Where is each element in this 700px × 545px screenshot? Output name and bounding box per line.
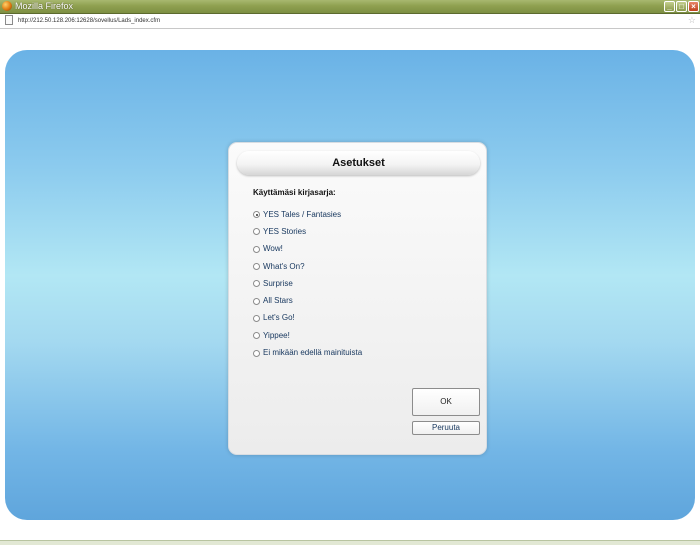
series-option-lets-go[interactable]: Let's Go! bbox=[253, 310, 362, 327]
series-option-all-stars[interactable]: All Stars bbox=[253, 292, 362, 309]
ok-button[interactable]: OK bbox=[412, 388, 480, 416]
option-label: Yippee! bbox=[263, 330, 290, 340]
maximize-button[interactable]: □ bbox=[676, 1, 687, 12]
close-button[interactable]: × bbox=[688, 1, 699, 12]
radio-icon[interactable] bbox=[253, 314, 260, 322]
settings-dialog: Asetukset Käyttämäsi kirjasarja: YES Tal… bbox=[228, 142, 487, 455]
bookmark-star-icon[interactable]: ☆ bbox=[688, 15, 696, 26]
dialog-title: Asetukset bbox=[332, 157, 385, 169]
radio-icon[interactable] bbox=[253, 263, 260, 271]
status-bar bbox=[0, 540, 700, 545]
window-title-bar[interactable]: Mozilla Firefox _ □ × bbox=[0, 0, 700, 14]
radio-icon[interactable] bbox=[253, 349, 260, 357]
cancel-button[interactable]: Peruuta bbox=[412, 421, 480, 435]
series-prompt-label: Käyttämäsi kirjasarja: bbox=[253, 188, 336, 197]
option-label: All Stars bbox=[263, 296, 293, 306]
url-text[interactable]: http://212.50.128.206:12628/sovellus/Lad… bbox=[18, 16, 160, 26]
radio-icon[interactable] bbox=[253, 332, 260, 340]
minimize-button[interactable]: _ bbox=[664, 1, 675, 12]
series-option-yippee[interactable]: Yippee! bbox=[253, 327, 362, 344]
series-option-whats-on[interactable]: What's On? bbox=[253, 258, 362, 275]
series-option-wow[interactable]: Wow! bbox=[253, 241, 362, 258]
series-option-surprise[interactable]: Surprise bbox=[253, 275, 362, 292]
radio-icon[interactable] bbox=[253, 228, 260, 236]
radio-selected-icon[interactable] bbox=[253, 211, 260, 219]
radio-icon[interactable] bbox=[253, 245, 260, 253]
window-controls: _ □ × bbox=[664, 1, 699, 12]
address-bar: http://212.50.128.206:12628/sovellus/Lad… bbox=[0, 14, 700, 29]
option-label: Wow! bbox=[263, 244, 283, 254]
series-option-none[interactable]: Ei mikään edellä mainituista bbox=[253, 344, 362, 361]
option-label: Ei mikään edellä mainituista bbox=[263, 348, 363, 358]
dialog-header: Asetukset bbox=[237, 151, 480, 175]
option-label: Let's Go! bbox=[263, 313, 295, 323]
option-label: Surprise bbox=[263, 278, 293, 288]
radio-icon[interactable] bbox=[253, 297, 260, 305]
page-icon bbox=[5, 15, 13, 25]
firefox-icon bbox=[2, 1, 12, 11]
radio-icon[interactable] bbox=[253, 280, 260, 288]
series-option-yes-tales[interactable]: YES Tales / Fantasies bbox=[253, 206, 362, 223]
series-options: YES Tales / Fantasies YES Stories Wow! W… bbox=[253, 206, 362, 362]
option-label: What's On? bbox=[263, 261, 305, 271]
option-label: YES Stories bbox=[263, 226, 307, 236]
option-label: YES Tales / Fantasies bbox=[263, 209, 342, 219]
series-option-yes-stories[interactable]: YES Stories bbox=[253, 223, 362, 240]
window-title: Mozilla Firefox bbox=[15, 1, 74, 11]
